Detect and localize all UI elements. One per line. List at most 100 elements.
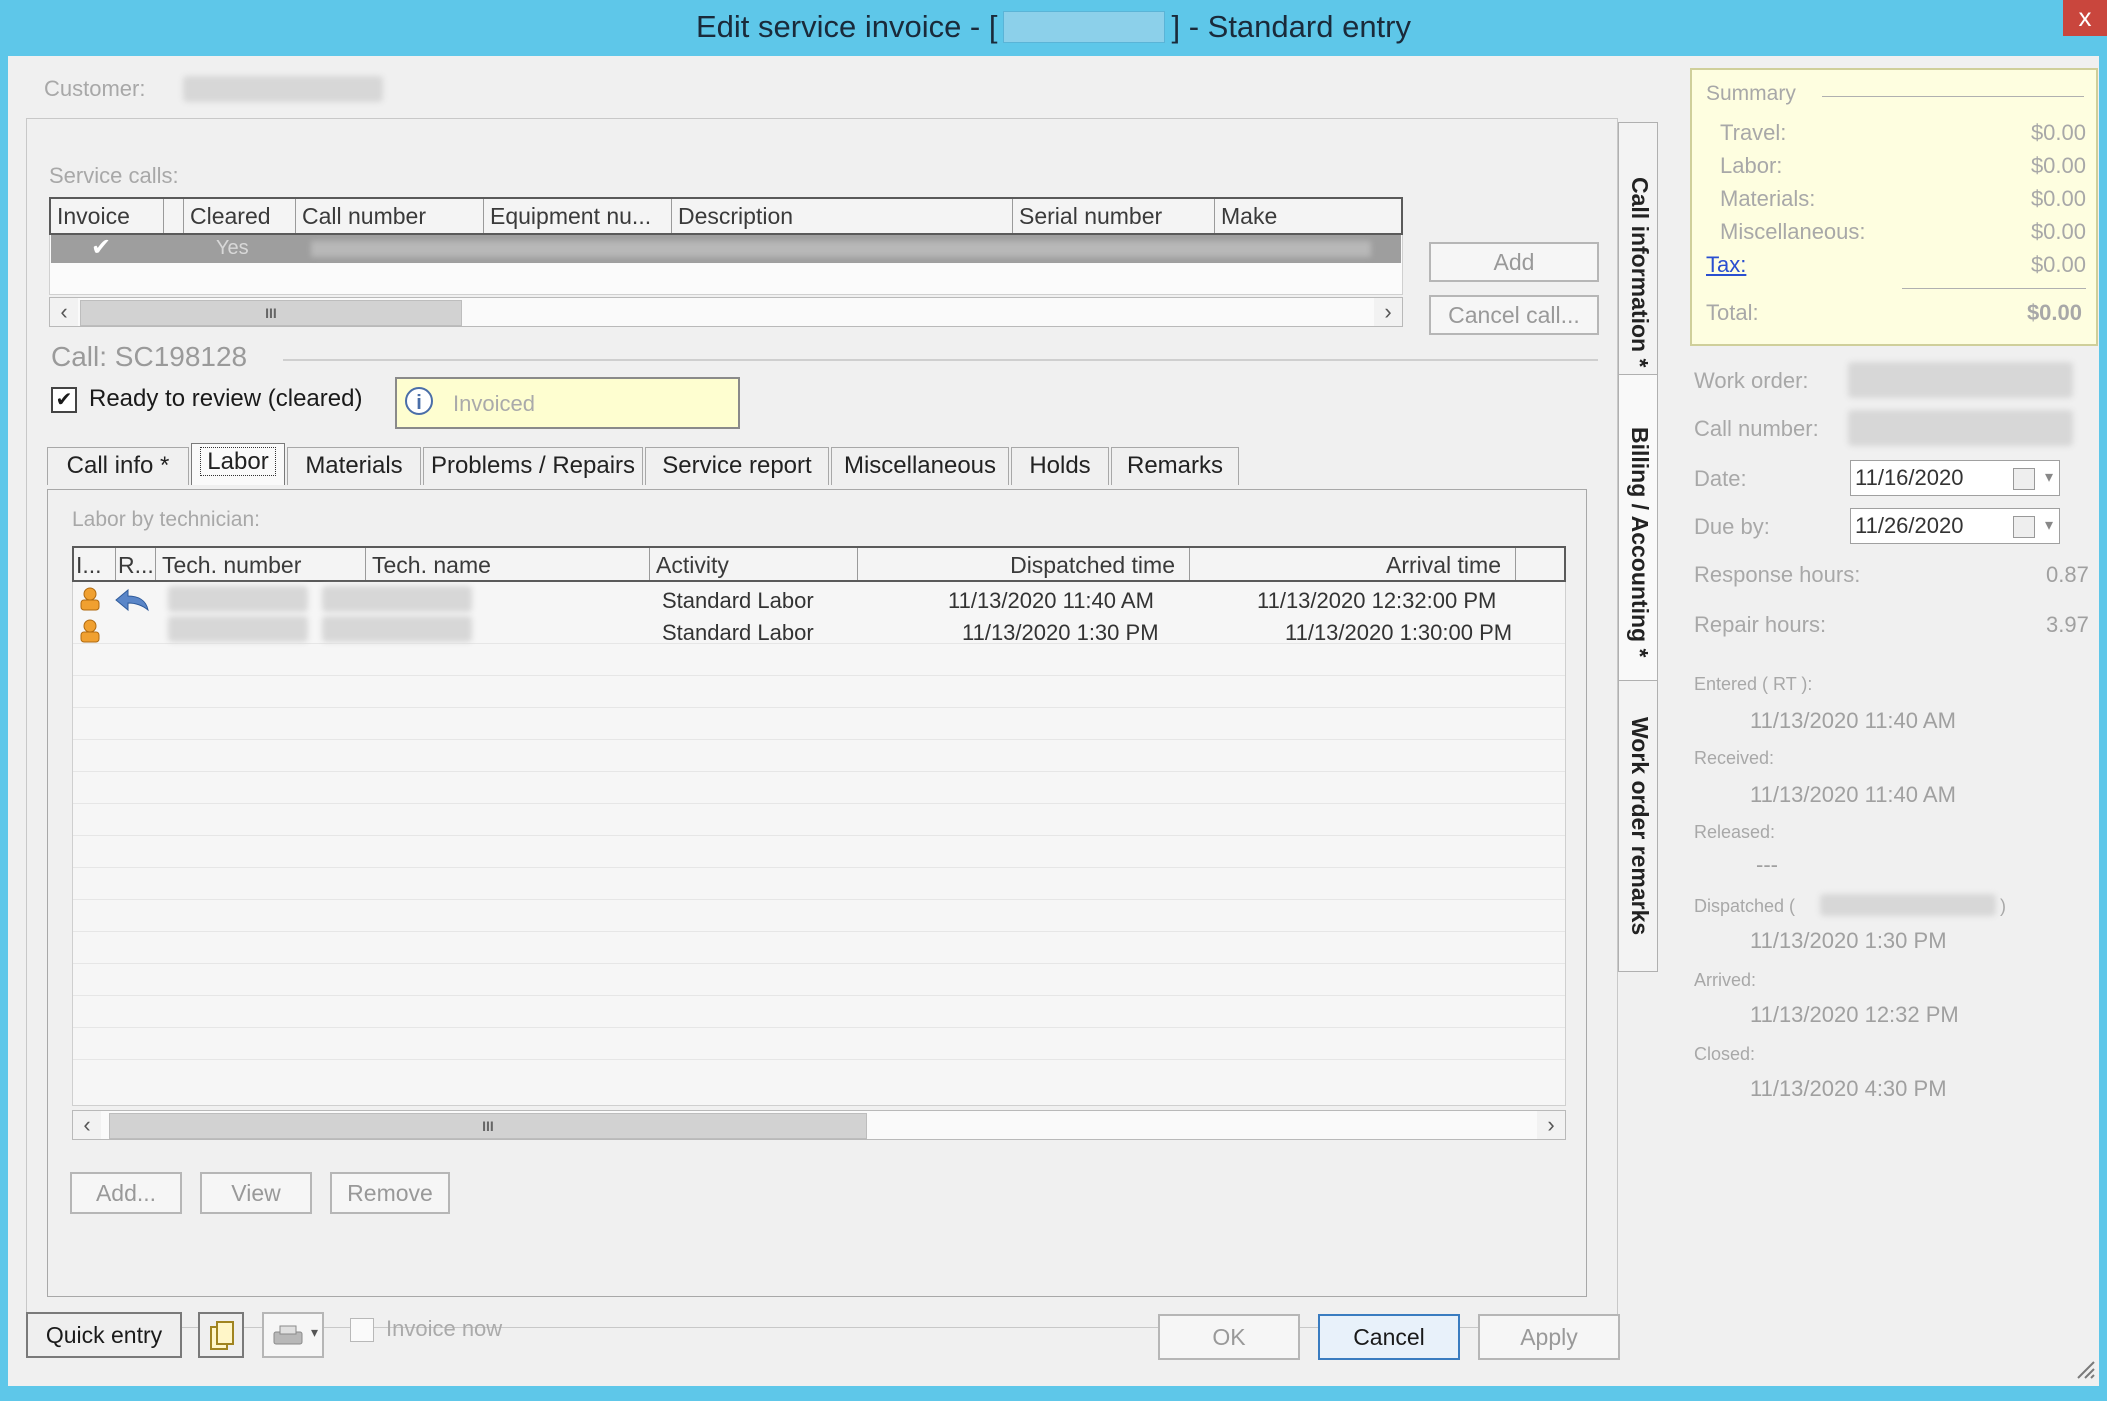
date-picker[interactable]: 11/16/2020 ▾ [1850, 460, 2060, 496]
chevron-down-icon[interactable]: ▾ [2045, 509, 2053, 543]
col-arrival-time[interactable]: Arrival time [1190, 548, 1516, 580]
work-order-field-redacted[interactable] [1848, 362, 2073, 398]
col-call-number[interactable]: Call number [296, 199, 484, 233]
printer-icon [273, 1325, 303, 1345]
due-by-label: Due by: [1694, 514, 1770, 539]
scroll-right-icon[interactable]: › [1374, 298, 1402, 326]
summary-value: $0.00 [2030, 153, 2086, 178]
tax-link[interactable]: Tax: [1706, 252, 1746, 277]
entered-label: Entered ( RT ): [1694, 674, 1813, 694]
col-invoice[interactable]: Invoice [51, 199, 164, 233]
summary-label: Miscellaneous: [1720, 219, 1866, 244]
labor-arrival-time: 11/13/2020 1:30:00 PM [1285, 620, 1513, 645]
total-divider [1902, 288, 2086, 289]
vtab-work-order-remarks[interactable]: Work order remarks [1618, 680, 1658, 972]
calendar-icon[interactable] [2013, 468, 2035, 490]
summary-value: $0.00 [2030, 219, 2086, 244]
scroll-left-icon[interactable]: ‹ [73, 1111, 101, 1139]
work-order-label: Work order: [1694, 368, 1809, 393]
summary-value: $0.00 [2030, 120, 2086, 145]
col-i[interactable]: I... [74, 548, 116, 580]
tab-call-info[interactable]: Call info * [47, 447, 189, 485]
print-options-button[interactable]: ▾ [262, 1312, 324, 1358]
calendar-icon[interactable] [2013, 516, 2035, 538]
col-tech-number[interactable]: Tech. number [156, 548, 366, 580]
tab-remarks[interactable]: Remarks [1111, 447, 1239, 485]
arrived-value: 11/13/2020 12:32 PM [1750, 1002, 1959, 1027]
service-calls-label: Service calls: [49, 163, 179, 188]
add-call-button[interactable]: Add [1429, 242, 1599, 282]
entered-value: 11/13/2020 11:40 AM [1750, 708, 1956, 733]
cleared-value: Yes [216, 237, 249, 259]
dialog-client-area: Customer: Service calls: Invoice Cleared… [8, 56, 2099, 1386]
col-tech-name[interactable]: Tech. name [366, 548, 650, 580]
service-call-row-selected[interactable]: ✔ Yes [51, 233, 1401, 263]
technician-icon [80, 619, 100, 643]
vtab-billing-accounting[interactable]: Billing / Accounting * [1618, 374, 1658, 710]
call-title: Call: SC198128 [51, 341, 248, 372]
col-cleared[interactable]: Cleared [184, 199, 296, 233]
customer-value-redacted [183, 76, 383, 102]
call-divider [283, 359, 1598, 361]
status-text: Invoiced [453, 391, 535, 416]
closed-label: Closed: [1694, 1044, 1756, 1064]
col-description[interactable]: Description [672, 199, 1013, 233]
quick-entry-button[interactable]: Quick entry [26, 1312, 182, 1358]
remove-labor-button[interactable]: Remove [330, 1172, 450, 1214]
invoice-now-label: Invoice now [386, 1316, 503, 1341]
scroll-right-icon[interactable]: › [1537, 1111, 1565, 1139]
col-equipment-number[interactable]: Equipment nu... [484, 199, 672, 233]
closed-value: 11/13/2020 4:30 PM [1750, 1076, 1947, 1101]
summary-row-materials: Materials: $0.00 [1706, 186, 2086, 212]
scroll-left-icon[interactable]: ‹ [50, 298, 78, 326]
title-bar: Edit service invoice - [ ] - Standard en… [0, 0, 2107, 54]
labor-tab-panel: Labor by technician: I... R... Tech. num… [47, 489, 1587, 1297]
service-calls-hscrollbar[interactable]: ‹ III › [49, 297, 1403, 327]
document-icon [210, 1321, 234, 1350]
tab-labor[interactable]: Labor [191, 443, 285, 485]
scroll-thumb[interactable]: III [80, 300, 462, 326]
tab-problems-repairs[interactable]: Problems / Repairs [423, 447, 643, 485]
ok-button[interactable]: OK [1158, 1314, 1300, 1360]
col-dispatched-time[interactable]: Dispatched time [858, 548, 1190, 580]
cancel-button[interactable]: Cancel [1318, 1314, 1460, 1360]
arrived-label: Arrived: [1694, 970, 1757, 990]
scroll-thumb[interactable]: III [109, 1113, 867, 1139]
close-button[interactable]: x [2063, 0, 2107, 36]
summary-label: Materials: [1720, 186, 1816, 211]
info-icon: i [405, 387, 433, 415]
tab-miscellaneous[interactable]: Miscellaneous [831, 447, 1009, 485]
labor-row-1[interactable]: Standard Labor 11/13/2020 11:40 AM 11/13… [72, 584, 1562, 616]
apply-button[interactable]: Apply [1478, 1314, 1620, 1360]
copy-button[interactable] [198, 1312, 244, 1358]
col-serial-number[interactable]: Serial number [1013, 199, 1215, 233]
call-number-field-redacted[interactable] [1848, 410, 2073, 446]
col-make[interactable]: Make [1215, 199, 1401, 233]
repair-hours-label: Repair hours: [1694, 612, 1827, 637]
tab-service-report[interactable]: Service report [645, 447, 829, 485]
ready-to-review-checkbox[interactable]: ✔ [51, 387, 77, 413]
col-activity[interactable]: Activity [650, 548, 858, 580]
customer-label: Customer: [44, 76, 146, 101]
date-label: Date: [1694, 466, 1747, 491]
tab-holds[interactable]: Holds [1011, 447, 1109, 485]
labor-row-2[interactable]: Standard Labor 11/13/2020 1:30 PM 11/13/… [72, 616, 1562, 648]
resize-grip-icon[interactable] [2074, 1358, 2096, 1380]
due-by-picker[interactable]: 11/26/2020 ▾ [1850, 508, 2060, 544]
col-r[interactable]: R... [116, 548, 156, 580]
cancel-call-button[interactable]: Cancel call... [1429, 295, 1599, 335]
view-labor-button[interactable]: View [200, 1172, 312, 1214]
dispatched-close: ) [2000, 896, 2006, 916]
invoice-checkbox-checked[interactable]: ✔ [91, 233, 111, 262]
dropdown-arrow-icon: ▾ [310, 1324, 318, 1340]
total-label: Total: [1706, 300, 1759, 325]
invoice-now-checkbox[interactable] [350, 1318, 374, 1342]
summary-box: Summary Travel: $0.00 Labor: $0.00 Materia… [1690, 68, 2098, 346]
released-label: Released: [1694, 822, 1776, 842]
labor-hscrollbar[interactable]: ‹ III › [72, 1110, 1566, 1140]
chevron-down-icon[interactable]: ▾ [2045, 461, 2053, 495]
tab-materials[interactable]: Materials [287, 447, 421, 485]
add-labor-button[interactable]: Add... [70, 1172, 182, 1214]
labor-activity: Standard Labor [662, 620, 814, 645]
call-tabs: Call info * Labor Materials Problems / R… [47, 443, 1607, 491]
